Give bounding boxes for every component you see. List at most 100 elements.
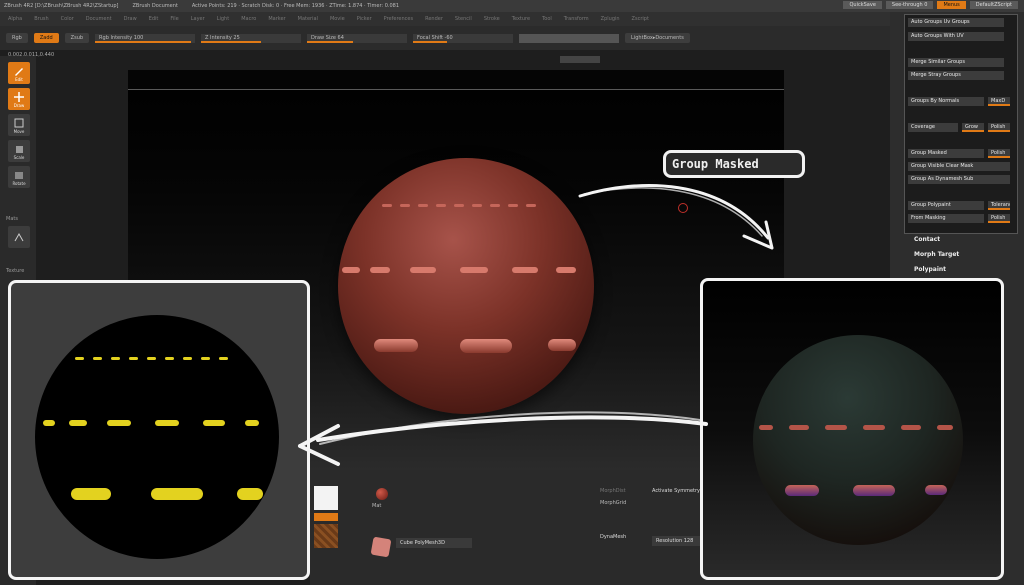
menu-render[interactable]: Render (425, 16, 443, 22)
mask-bottom-1 (71, 488, 111, 500)
mask-top-5 (147, 357, 156, 360)
rgb-toggle[interactable]: Rgb (6, 33, 28, 43)
canvas-scrollbar[interactable] (560, 56, 600, 63)
menu-movie[interactable]: Movie (330, 16, 345, 22)
polish-slider-3[interactable]: Polish (988, 214, 1010, 223)
mask-mid-3 (107, 420, 131, 426)
mask-mid-5 (203, 420, 225, 426)
groups-by-normals-button[interactable]: Groups By Normals (908, 97, 984, 106)
menu-tool[interactable]: Tool (542, 16, 552, 22)
move-label: Move (13, 128, 25, 134)
menus-button[interactable]: Menus (937, 1, 966, 9)
menu-light[interactable]: Light (217, 16, 229, 22)
material-sphere-icon[interactable] (376, 488, 388, 500)
mask-top-6 (165, 357, 174, 360)
draw-size-slider[interactable]: Draw Size 64 (307, 33, 408, 43)
z-intensity-slider[interactable]: Z Intensity 25 (201, 33, 302, 43)
tolerance-slider[interactable]: Tolerance (988, 201, 1010, 210)
persp-button[interactable] (8, 226, 30, 248)
brush-cursor (678, 203, 688, 213)
mask-top-2 (93, 357, 102, 360)
menu-document[interactable]: Document (86, 16, 112, 22)
lightbox-button[interactable]: LightBox▸Documents (625, 33, 690, 43)
morph-dist-label: MorphDist (600, 488, 626, 494)
menu-picker[interactable]: Picker (357, 16, 372, 22)
mask-bottom-3 (237, 488, 263, 500)
draw-button[interactable]: Draw (8, 88, 30, 110)
main-sphere-model[interactable] (338, 158, 594, 414)
menu-texture[interactable]: Texture (512, 16, 530, 22)
contact-section[interactable]: Contact (914, 236, 940, 243)
zsub-toggle[interactable]: Zsub (64, 33, 90, 43)
polypaint-section[interactable]: Polypaint (914, 266, 946, 273)
group-visible-clear-mask-button[interactable]: Group Visible Clear Mask (908, 162, 1010, 171)
texture-label: Texture (6, 268, 25, 274)
rotate-button[interactable]: Rotate (8, 166, 30, 188)
move-button[interactable]: Move (8, 114, 30, 136)
from-masking-button[interactable]: From Masking (908, 214, 984, 223)
menu-macro[interactable]: Macro (241, 16, 256, 22)
dynamesh-button[interactable]: DynaMesh (600, 534, 626, 540)
default-zscript-button[interactable]: DefaultZScript (969, 1, 1018, 9)
morph-target-section[interactable]: Morph Target (914, 251, 959, 258)
coverage-button[interactable]: Coverage (908, 123, 958, 132)
stitch-top-3 (418, 204, 428, 207)
see-through-slider[interactable]: See-through 0 (885, 1, 934, 9)
maxd-slider[interactable]: MaxD (988, 97, 1010, 106)
group-polypaint-button[interactable]: Group Polypaint (908, 201, 984, 210)
mask-top-4 (129, 357, 138, 360)
mask-mid-4 (155, 420, 179, 426)
rgb-intensity-slider[interactable]: Rgb Intensity 100 (95, 33, 196, 43)
merge-stray-groups-button[interactable]: Merge Stray Groups (908, 71, 1004, 80)
activate-symmetry-button[interactable]: Activate Symmetry (652, 488, 700, 494)
polish-slider-2[interactable]: Polish (988, 149, 1010, 158)
current-tool-field[interactable]: Cube PolyMesh3D (396, 538, 472, 548)
group-masked-button[interactable]: Group Masked (908, 149, 984, 158)
resolution-slider[interactable]: Resolution 128 (652, 536, 702, 546)
auto-groups-with-uv-button[interactable]: Auto Groups With UV (908, 32, 1004, 41)
menu-edit[interactable]: Edit (149, 16, 159, 22)
menu-marker[interactable]: Marker (268, 16, 285, 22)
grow-button[interactable]: Grow (962, 123, 984, 132)
auto-groups-uv-button[interactable]: Auto Groups Uv Groups (908, 18, 1004, 27)
zadd-toggle[interactable]: Zadd (33, 33, 59, 43)
menu-zscript[interactable]: Zscript (632, 16, 649, 22)
menu-bar: Alpha Brush Color Document Draw Edit Fil… (0, 12, 890, 26)
texture-swatch[interactable] (314, 524, 338, 548)
stitch-mid-4 (460, 267, 488, 273)
menu-transform[interactable]: Transform (564, 16, 589, 22)
document-title: ZBrush Document (132, 3, 178, 9)
scale-label: Scale (13, 154, 25, 160)
persp-icon (14, 232, 24, 242)
mask-top-9 (219, 357, 228, 360)
scale-button[interactable]: Scale (8, 140, 30, 162)
active-field[interactable] (519, 33, 620, 43)
group-masked-callout: Group Masked (663, 150, 805, 178)
merge-similar-groups-button[interactable]: Merge Similar Groups (908, 58, 1004, 67)
menu-file[interactable]: File (170, 16, 178, 22)
group-as-dynamesh-sub-button[interactable]: Group As Dynamesh Sub (908, 175, 1010, 184)
menu-layer[interactable]: Layer (191, 16, 205, 22)
group-bottom-3 (925, 485, 947, 495)
quicksave-button[interactable]: QuickSave (843, 1, 882, 9)
title-buttons: QuickSave See-through 0 Menus DefaultZSc… (843, 1, 1018, 9)
menu-zplugin[interactable]: Zplugin (601, 16, 620, 22)
polish-slider-1[interactable]: Polish (988, 123, 1010, 132)
menu-color[interactable]: Color (61, 16, 74, 22)
stitch-bottom-2 (460, 339, 512, 353)
menu-draw[interactable]: Draw (124, 16, 137, 22)
menu-stroke[interactable]: Stroke (484, 16, 500, 22)
focal-shift-slider[interactable]: Focal Shift -60 (413, 33, 514, 43)
mask-mid-2 (69, 420, 87, 426)
menu-preferences[interactable]: Preferences (384, 16, 413, 22)
menu-stencil[interactable]: Stencil (455, 16, 472, 22)
menu-alpha[interactable]: Alpha (8, 16, 22, 22)
cube-icon[interactable] (370, 536, 392, 558)
polygroup-preview-inset (700, 278, 1004, 580)
menu-material[interactable]: Material (298, 16, 318, 22)
edit-button[interactable]: Edit (8, 62, 30, 84)
main-color-swatch[interactable] (314, 486, 338, 510)
menu-brush[interactable]: Brush (34, 16, 48, 22)
canvas-top-strip (128, 70, 784, 90)
group-mid-4 (863, 425, 885, 430)
